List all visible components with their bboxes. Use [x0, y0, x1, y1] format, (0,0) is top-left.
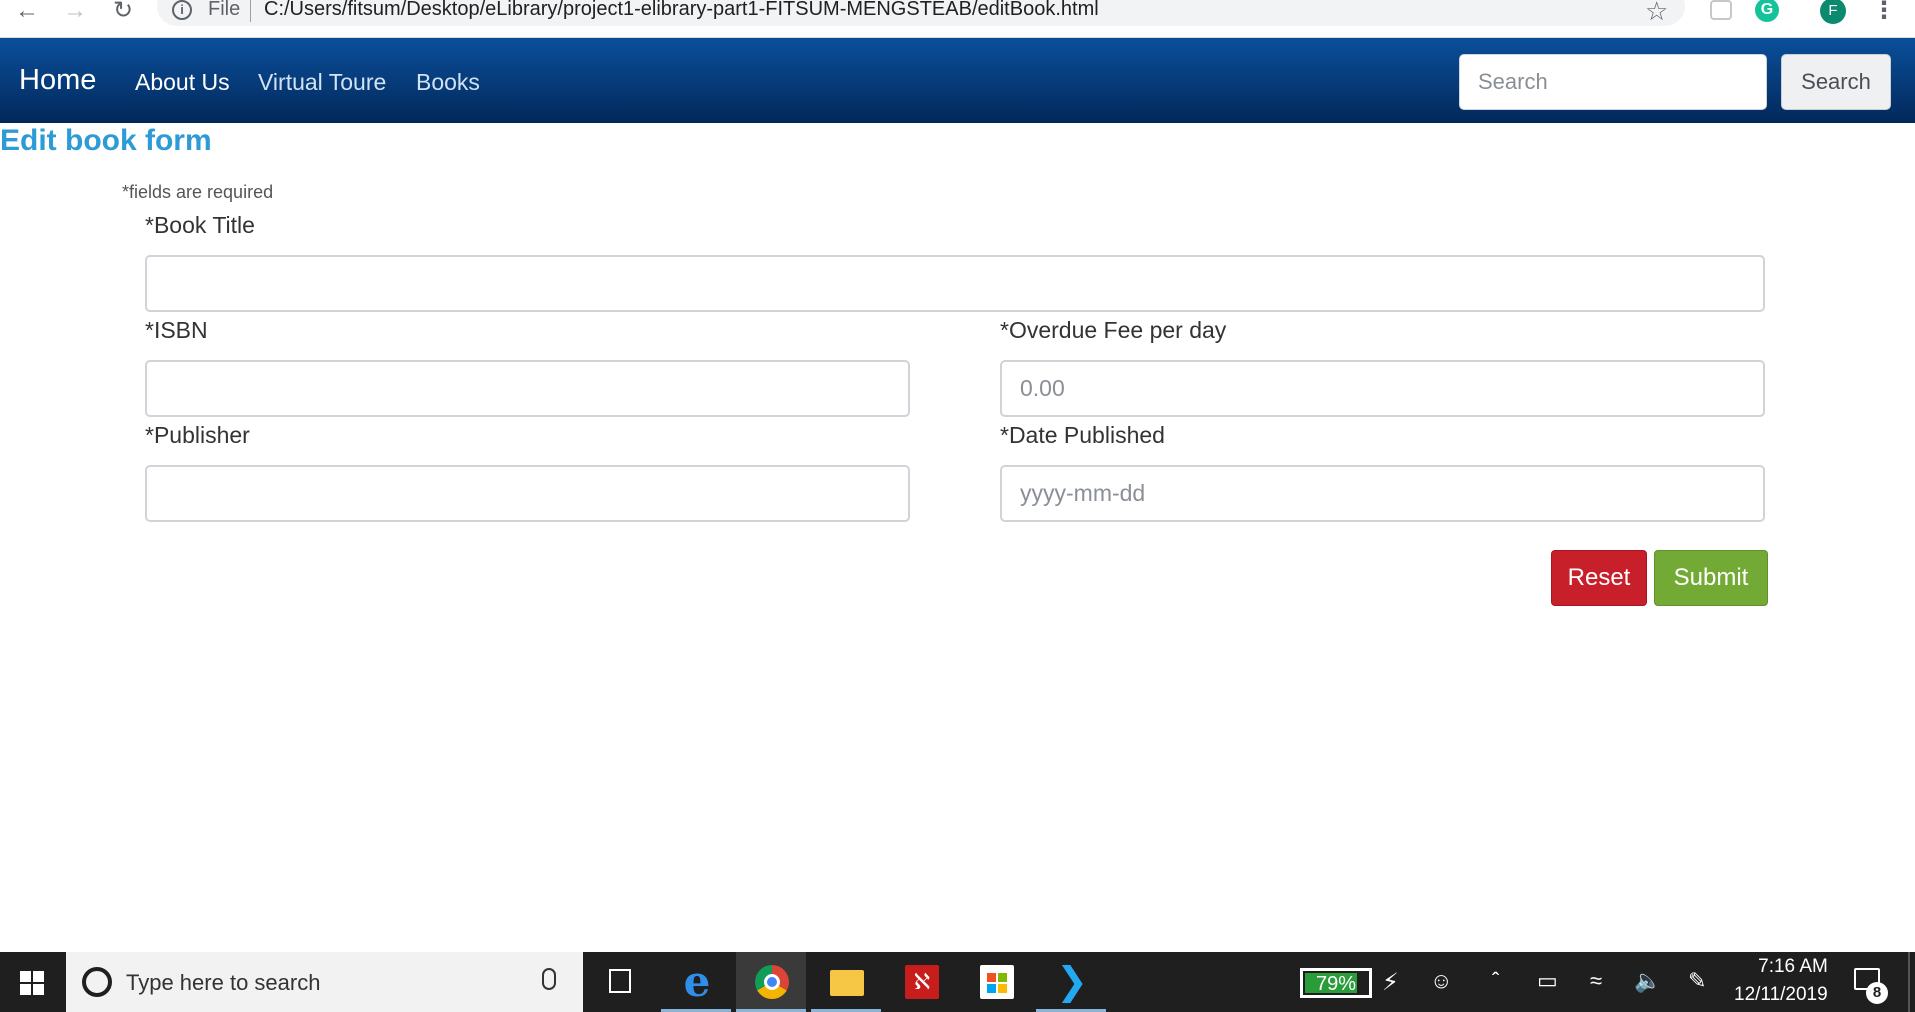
battery-percent: 79% — [1315, 973, 1357, 995]
pen-icon[interactable]: ✎ — [1688, 968, 1706, 994]
clock-time[interactable]: 7:16 AM — [1748, 956, 1838, 978]
show-hidden-icons-chevron-icon[interactable]: ˆ — [1492, 968, 1499, 994]
date-published-input[interactable] — [1000, 465, 1765, 522]
submit-button[interactable]: Submit — [1654, 550, 1768, 606]
profile-avatar[interactable]: F — [1820, 0, 1846, 24]
overdue-fee-label: *Overdue Fee per day — [1000, 317, 1227, 343]
taskbar-acrobat[interactable]: ℵ — [886, 952, 956, 1012]
grammarly-extension-icon[interactable]: G — [1755, 0, 1779, 22]
search-input[interactable] — [1459, 54, 1767, 110]
publisher-input[interactable] — [145, 465, 910, 522]
url-text[interactable]: C:/Users/fitsum/Desktop/eLibrary/project… — [264, 0, 1099, 21]
address-divider — [250, 0, 251, 22]
show-desktop-button[interactable] — [1908, 952, 1910, 1012]
browser-toolbar: ← → ↻ i File C:/Users/fitsum/Desktop/eLi… — [0, 0, 1915, 38]
bookmark-star-icon[interactable]: ☆ — [1645, 0, 1668, 27]
taskbar-chrome[interactable] — [736, 952, 806, 1012]
forward-arrow-icon[interactable]: → — [60, 0, 90, 26]
store-icon — [980, 965, 1014, 999]
start-button[interactable] — [0, 952, 66, 1012]
power-icon[interactable]: ▭ — [1537, 968, 1558, 994]
book-title-label: *Book Title — [145, 212, 255, 238]
publisher-label: *Publisher — [145, 422, 250, 448]
taskbar-search-box[interactable]: Type here to search — [66, 952, 583, 1012]
page-title: Edit book form — [0, 124, 212, 157]
nav-home-link[interactable]: Home — [19, 64, 96, 97]
battery-indicator[interactable]: 79% — [1300, 968, 1372, 998]
nav-books-link[interactable]: Books — [416, 69, 480, 96]
vscode-icon: ❯ — [1056, 961, 1088, 1003]
isbn-label: *ISBN — [145, 317, 208, 343]
reset-button[interactable]: Reset — [1551, 550, 1647, 606]
url-scheme-label: File — [208, 0, 241, 20]
taskbar-search-placeholder: Type here to search — [126, 970, 321, 995]
nav-virtual-toure-link[interactable]: Virtual Toure — [258, 69, 386, 96]
microphone-icon[interactable] — [542, 968, 556, 990]
taskbar-store[interactable] — [961, 952, 1031, 1012]
folder-icon — [830, 970, 864, 996]
date-published-label: *Date Published — [1000, 422, 1165, 448]
charging-plug-icon: ⚡ — [1382, 969, 1399, 996]
chrome-icon — [755, 965, 789, 999]
back-arrow-icon[interactable]: ← — [12, 0, 42, 26]
browser-menu-icon[interactable]: ⋮ — [1872, 0, 1896, 25]
clock-date[interactable]: 12/11/2019 — [1734, 984, 1828, 1006]
site-info-icon[interactable]: i — [172, 0, 192, 20]
people-icon[interactable]: ☺ — [1430, 968, 1452, 994]
site-navbar: Home About Us Virtual Toure Books Search — [0, 38, 1915, 123]
reload-icon[interactable]: ↻ — [108, 0, 138, 26]
required-fields-note: *fields are required — [122, 182, 274, 202]
nav-about-us-link[interactable]: About Us — [135, 69, 230, 96]
task-view-icon[interactable] — [609, 969, 631, 993]
volume-icon[interactable]: 🔈 — [1634, 968, 1661, 994]
windows-logo-icon — [20, 971, 44, 995]
wifi-icon[interactable]: ≈ — [1590, 968, 1602, 994]
taskbar-vscode[interactable]: ❯ — [1036, 952, 1106, 1012]
windows-taskbar: Type here to search e ℵ ❯ 79% ⚡ ☺ ˆ ▭ ≈ … — [0, 952, 1915, 1012]
cortana-icon[interactable] — [82, 967, 112, 997]
acrobat-icon: ℵ — [905, 965, 939, 999]
isbn-input[interactable] — [145, 360, 910, 417]
taskbar-file-explorer[interactable] — [811, 952, 881, 1012]
book-title-input[interactable] — [145, 255, 1765, 312]
search-button[interactable]: Search — [1781, 54, 1891, 110]
edge-icon: e — [683, 957, 711, 1006]
notification-count-badge: 8 — [1866, 982, 1888, 1004]
overdue-fee-input[interactable] — [1000, 360, 1765, 417]
pocket-extension-icon[interactable] — [1710, 0, 1732, 20]
taskbar-edge[interactable]: e — [661, 952, 731, 1012]
